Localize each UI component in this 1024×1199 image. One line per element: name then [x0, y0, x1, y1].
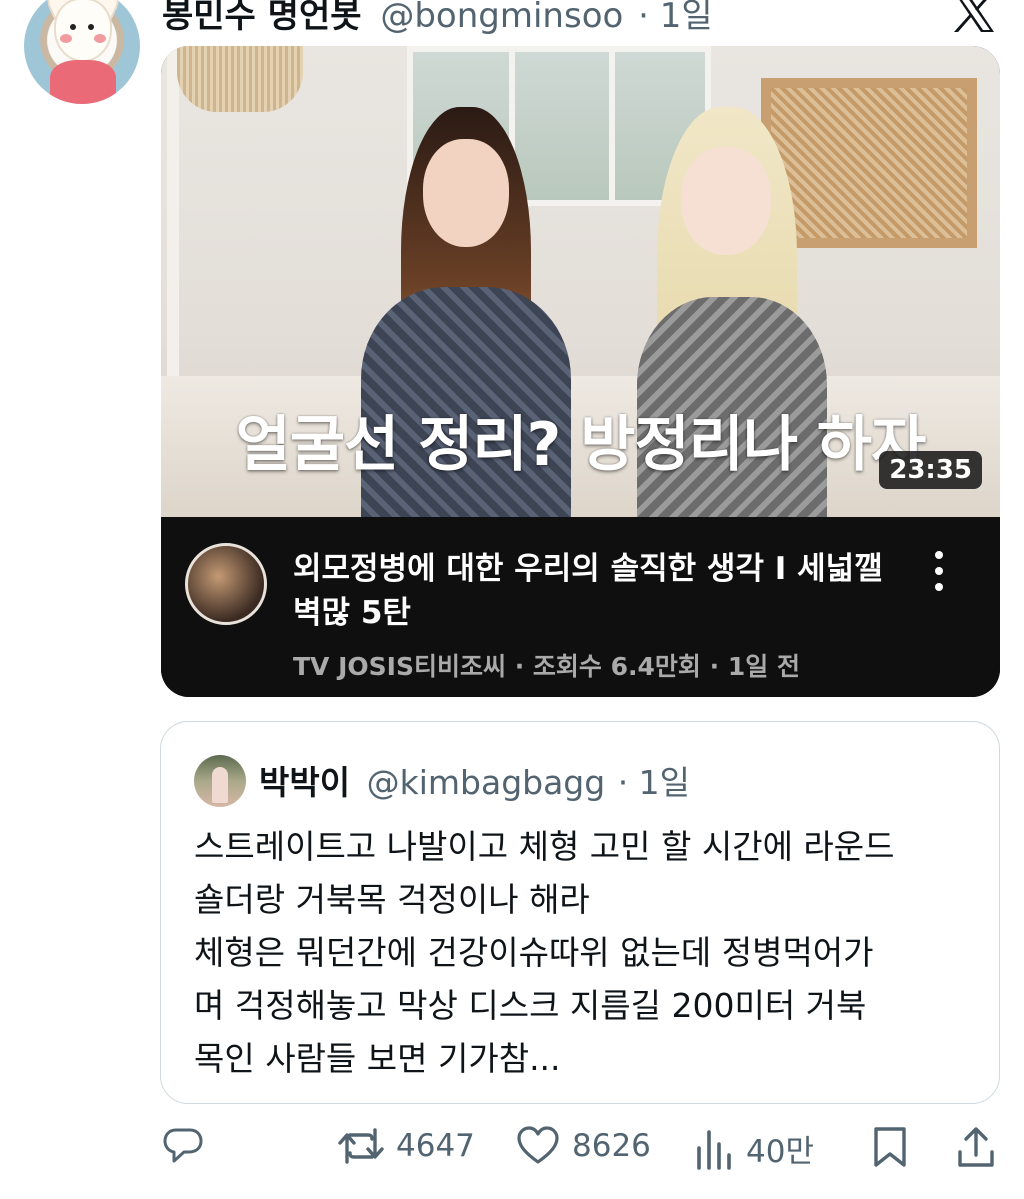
thumbnail-caption: 얼굴선 정리? 방정리나 하자 [235, 410, 927, 480]
quote-header: 박박이 @kimbagbagg · 1일 [259, 756, 690, 804]
channel-name[interactable]: TV JOSIS티비조씨 [293, 652, 506, 681]
quote-author-name[interactable]: 박박이 [259, 763, 350, 802]
bookmark-button[interactable] [872, 1126, 908, 1168]
views-icon [697, 1129, 731, 1170]
video-duration: 23:35 [879, 451, 982, 489]
video-thumbnail[interactable]: 얼굴선 정리? 방정리나 하자 23:35 [161, 46, 1000, 517]
like-icon [517, 1126, 559, 1164]
video-title[interactable]: 외모정병에 대한 우리의 솔직한 생각 I 세넓깰벽많 5탄 [293, 547, 893, 635]
share-icon [958, 1127, 994, 1167]
quote-author-avatar[interactable] [194, 755, 246, 807]
x-logo-icon[interactable] [950, 0, 998, 34]
like-count: 8626 [572, 1128, 651, 1164]
video-meta: TV JOSIS티비조씨 · 조회수 6.4만회 · 1일 전 [293, 652, 800, 681]
quote-author-handle[interactable]: @kimbagbagg [367, 763, 606, 802]
retweet-button[interactable]: 4647 [338, 1126, 475, 1166]
author-handle[interactable]: @bongminsoo [380, 0, 623, 36]
author-avatar[interactable] [24, 0, 140, 104]
tweet-time[interactable]: · 1일 [638, 0, 713, 36]
views-button[interactable]: 40만 [694, 1126, 814, 1171]
retweet-count: 4647 [396, 1128, 475, 1164]
share-button[interactable] [956, 1126, 996, 1168]
quote-time: · 1일 [617, 763, 691, 802]
video-card[interactable]: 얼굴선 정리? 방정리나 하자 23:35 외모정병에 대한 우리의 솔직한 생… [161, 46, 1000, 697]
views-count: 40만 [746, 1134, 814, 1170]
like-button[interactable]: 8626 [516, 1126, 651, 1166]
action-bar: 4647 8626 40만 [0, 1120, 1024, 1180]
reply-button[interactable] [162, 1126, 204, 1166]
quote-text: 스트레이트고 나발이고 체형 고민 할 시간에 라운드 숄더랑 거북목 걱정이나… [194, 827, 895, 1078]
view-count: 조회수 6.4만회 [532, 652, 701, 681]
author-name[interactable]: 봉민수 명언봇 [162, 0, 362, 36]
quoted-tweet[interactable]: 박박이 @kimbagbagg · 1일 스트레이트고 나발이고 체형 고민 할… [160, 721, 1000, 1104]
channel-avatar[interactable] [185, 543, 267, 625]
kebab-menu-icon[interactable] [927, 547, 951, 595]
reply-icon [163, 1128, 203, 1163]
retweet-icon [338, 1128, 384, 1164]
tweet-header: 봉민수 명언봇 @bongminsoo · 1일 [162, 0, 713, 37]
bookmark-icon [874, 1127, 906, 1167]
video-age: 1일 전 [727, 652, 800, 681]
video-info: 외모정병에 대한 우리의 솔직한 생각 I 세넓깰벽많 5탄 TV JOSIS티… [161, 517, 1000, 697]
